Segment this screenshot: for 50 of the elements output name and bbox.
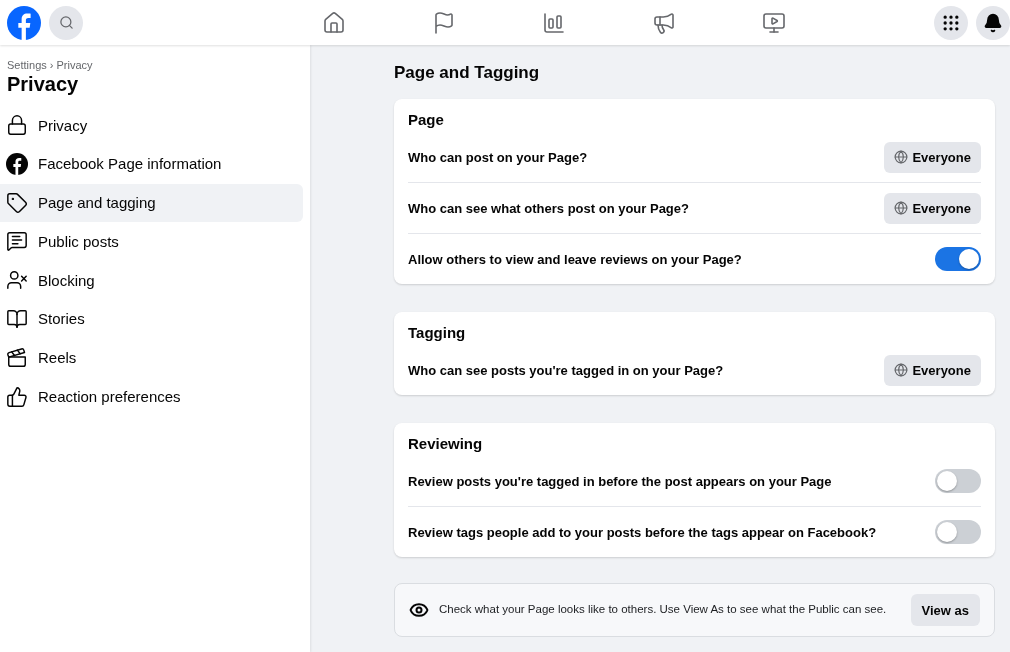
globe-icon — [894, 363, 909, 377]
search-icon — [58, 15, 74, 30]
message-icon — [6, 230, 28, 253]
setting-label: Who can post on your Page? — [408, 149, 588, 165]
setting-label: Who can see what others post on your Page? — [408, 200, 689, 216]
notifications-button[interactable] — [976, 5, 1010, 40]
setting-label: Allow others to view and leave reviews on your Page? — [408, 251, 742, 267]
facebook-logo[interactable] — [7, 5, 41, 40]
section-title: Page — [408, 111, 445, 128]
bell-icon — [983, 12, 1003, 33]
sidebar-item[interactable]: Page and tagging — [0, 183, 303, 222]
toggle-switch[interactable] — [935, 520, 981, 544]
globe-icon — [894, 201, 909, 215]
setting-label: Review tags people add to your posts before the tags appear on Facebook? — [408, 524, 877, 540]
sidebar-item[interactable]: Reels — [0, 338, 303, 377]
toggle-switch[interactable] — [935, 469, 981, 493]
video-icon[interactable] — [761, 10, 786, 35]
sidebar-item[interactable]: Privacy — [0, 106, 303, 144]
globe-icon — [894, 150, 909, 164]
setting-label: Who can see posts you're tagged in on your Page? — [408, 362, 724, 378]
facebook-logo-icon[interactable] — [6, 152, 28, 175]
sidebar-item[interactable]: Reaction preferences — [0, 377, 303, 416]
chart-icon[interactable] — [541, 10, 566, 35]
section-title: Tagging — [408, 324, 467, 341]
sidebar-item[interactable]: Blocking — [0, 261, 303, 300]
home-icon[interactable] — [321, 10, 346, 35]
sidebar-title: Privacy — [7, 73, 80, 96]
view-as-note: Check what your Page looks like to others. Use View As to see what the Public can see. — [439, 602, 888, 618]
user-blocked-icon — [6, 269, 28, 292]
breadcrumb: Settings › Privacy — [6, 59, 94, 71]
thumbs-up-icon — [6, 385, 28, 408]
eye-icon — [409, 600, 429, 620]
page-heading: Page and Tagging — [394, 63, 541, 83]
megaphone-icon[interactable] — [651, 10, 676, 35]
lock-icon — [6, 114, 28, 136]
audience-dropdown[interactable]: Everyone — [884, 354, 981, 386]
search-button[interactable] — [49, 5, 83, 40]
sidebar-item[interactable]: Public posts — [0, 222, 303, 261]
audience-dropdown[interactable]: Everyone — [884, 141, 981, 173]
clapperboard-icon — [6, 346, 28, 369]
section-title: Reviewing — [408, 435, 484, 452]
setting-label: Review posts you're tagged in before the post appears on your Page — [408, 473, 832, 489]
tag-icon — [6, 191, 28, 214]
view-as-button[interactable]: View as — [910, 594, 980, 626]
sidebar-item[interactable]: Stories — [0, 300, 303, 338]
toggle-switch[interactable] — [935, 247, 981, 271]
sidebar-item[interactable]: Facebook Page information — [0, 144, 303, 183]
audience-dropdown[interactable]: Everyone — [884, 192, 981, 224]
menu-grid-button[interactable] — [934, 5, 968, 40]
book-icon — [6, 308, 28, 330]
